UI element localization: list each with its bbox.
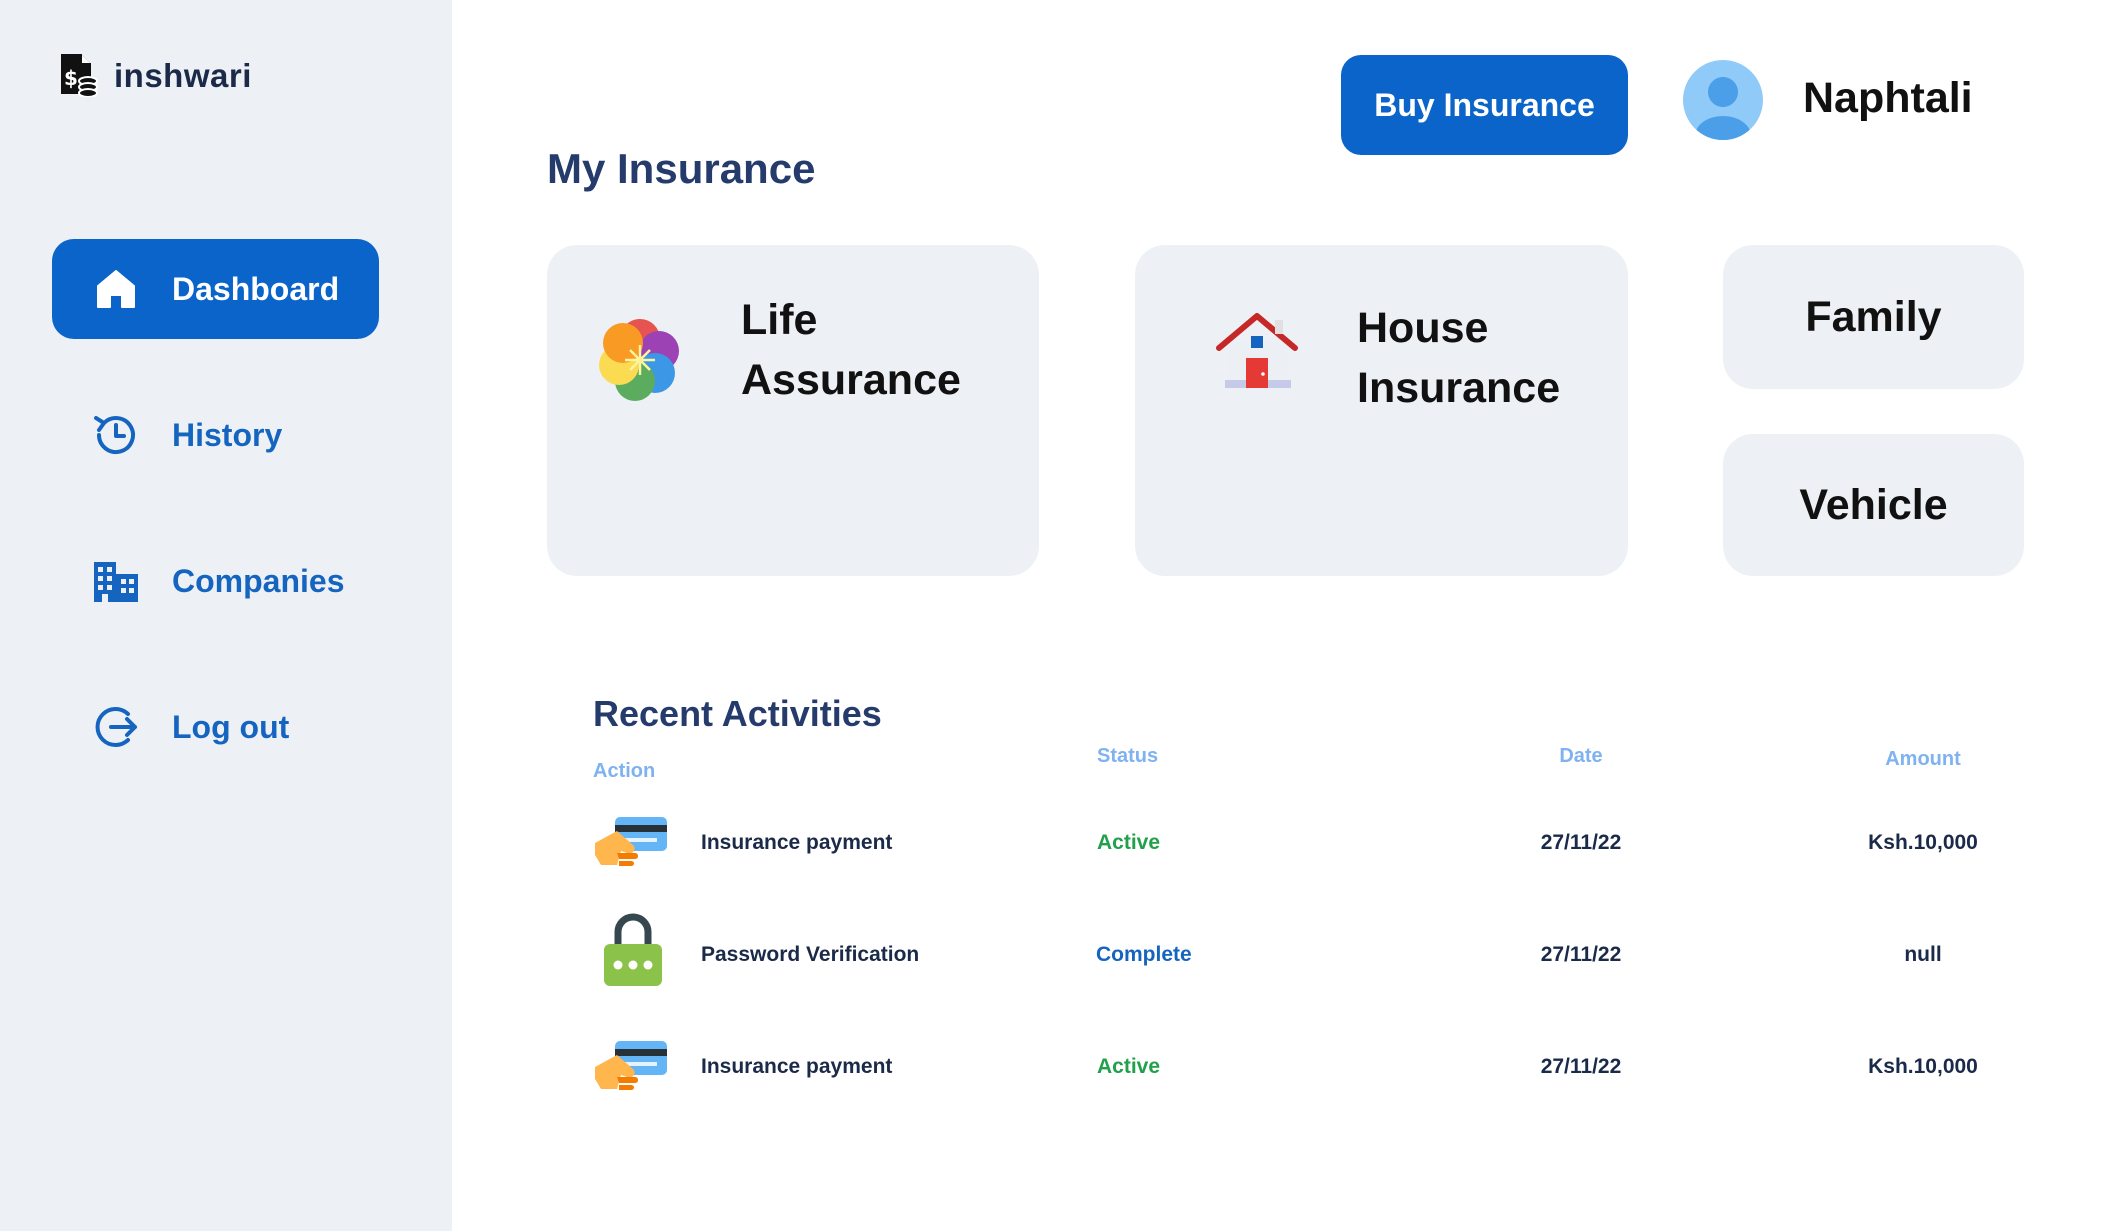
sidebar-item-dashboard[interactable]: Dashboard [52, 239, 379, 339]
house-icon [1215, 308, 1300, 393]
row-date: 27/11/22 [1540, 943, 1622, 966]
card-payment-icon [593, 1027, 673, 1107]
column-header-action: Action [593, 760, 656, 782]
column-header-date: Date [1559, 745, 1603, 767]
status-badge: Complete [1096, 943, 1192, 966]
card-title: Family [1805, 293, 1942, 341]
padlock-icon [593, 910, 673, 990]
row-action: Insurance payment [701, 1055, 893, 1078]
sidebar-item-label: Dashboard [172, 270, 340, 307]
status-badge: Active [1097, 1055, 1161, 1078]
sidebar-item-label: History [172, 416, 283, 453]
row-amount: null [1904, 943, 1942, 966]
sidebar-item-label: Log out [172, 708, 290, 745]
svg-text:$: $ [64, 66, 78, 90]
row-action: Password Verification [701, 943, 920, 966]
row-date: 27/11/22 [1540, 1055, 1622, 1078]
sidebar-item-companies[interactable]: Companies [52, 531, 379, 631]
sidebar-item-logout[interactable]: Log out [52, 677, 379, 777]
buy-insurance-button[interactable]: Buy Insurance [1341, 55, 1628, 155]
user-name[interactable]: Naphtali [1803, 74, 1973, 123]
page-title: My Insurance [547, 145, 816, 192]
buildings-icon [90, 555, 142, 607]
recent-activities-title: Recent Activities [593, 693, 882, 734]
flower-icon [595, 315, 685, 405]
table-row[interactable]: Insurance payment Active 27/11/22 Ksh.10… [593, 803, 1993, 903]
card-title: Vehicle [1799, 481, 1948, 529]
column-header-amount: Amount [1885, 748, 1961, 770]
card-title-line: House [1357, 304, 1489, 352]
card-title: House Insurance [1357, 298, 1617, 418]
card-title: Life Assurance [741, 290, 1001, 410]
table-row[interactable]: Password Verification Complete 27/11/22 … [593, 913, 1993, 1015]
card-title-line: Life [741, 296, 818, 344]
house-insurance-card[interactable]: House Insurance [1135, 245, 1628, 576]
status-badge: Active [1097, 831, 1161, 854]
family-card[interactable]: Family [1723, 245, 2024, 389]
table-row[interactable]: Insurance payment Active 27/11/22 Ksh.10… [593, 1027, 1993, 1127]
card-title-line: Assurance [741, 356, 961, 404]
brand-logo[interactable]: $ inshwari [58, 52, 252, 100]
card-payment-icon [593, 803, 673, 883]
history-icon [90, 409, 142, 461]
vehicle-card[interactable]: Vehicle [1723, 434, 2024, 576]
row-amount: Ksh.10,000 [1868, 831, 1978, 854]
row-amount: Ksh.10,000 [1868, 1055, 1978, 1078]
row-date: 27/11/22 [1540, 831, 1622, 854]
user-avatar-icon[interactable] [1683, 60, 1763, 140]
life-assurance-card[interactable]: Life Assurance [547, 245, 1039, 576]
column-header-status: Status [1097, 745, 1159, 767]
sidebar-item-label: Companies [172, 562, 345, 599]
money-document-icon: $ [58, 51, 98, 102]
logout-icon [90, 701, 142, 753]
sidebar: $ inshwari Dashboard History Companies L… [0, 0, 452, 1231]
row-action: Insurance payment [701, 831, 893, 854]
sidebar-item-history[interactable]: History [52, 385, 379, 485]
brand-name: inshwari [114, 57, 252, 94]
home-icon [90, 263, 142, 315]
card-title-line: Insurance [1357, 364, 1561, 412]
